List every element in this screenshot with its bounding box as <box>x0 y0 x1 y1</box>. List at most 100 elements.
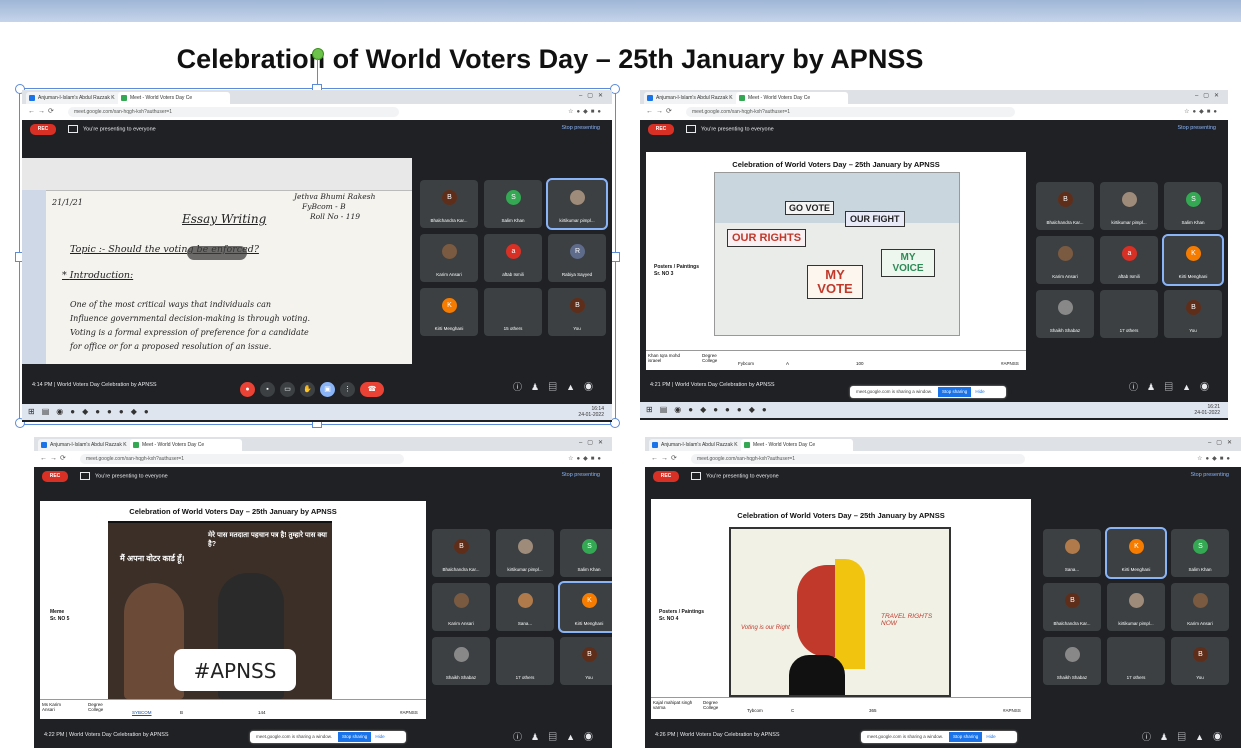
participant-tile[interactable]: 15 others <box>484 288 542 336</box>
participant-tile[interactable]: B Bhalchandra Kar... <box>1043 583 1101 631</box>
present-icon[interactable]: ▣ <box>320 382 335 397</box>
participant-tile[interactable]: B You <box>560 637 612 685</box>
participant-tile[interactable]: kirtikumar pimpl... <box>1107 583 1165 631</box>
rotate-handle[interactable] <box>312 48 324 60</box>
extension-icons[interactable]: ☆●◆■● <box>568 455 604 462</box>
extension-icons[interactable]: ☆●◆■● <box>1184 108 1220 115</box>
stop-presenting-button[interactable]: Stop presenting <box>561 472 600 478</box>
window-controls[interactable]: –▢✕ <box>1208 439 1237 446</box>
side-panel-icons[interactable]: ⓘ♟▤▲◉ <box>1129 380 1218 393</box>
extension-icons[interactable]: ☆●◆■● <box>1197 455 1233 462</box>
url-field[interactable]: meet.google.com/xan-hqgh-kxh?authuser=1 <box>80 454 404 464</box>
participant-avatar <box>1193 593 1208 608</box>
participant-tile[interactable]: R Rabiya Sayyed <box>548 234 606 282</box>
participant-tile[interactable]: 17 others <box>496 637 554 685</box>
hide-button[interactable]: Hide <box>986 734 995 739</box>
participant-tile[interactable]: kirtikumar pimpl... <box>546 178 608 230</box>
participant-tile[interactable]: 17 others <box>1100 290 1158 338</box>
participant-tile[interactable]: B You <box>1164 290 1222 338</box>
participant-tile[interactable]: S Salim Khan <box>560 529 612 577</box>
stop-sharing-button[interactable]: Stop sharing <box>949 732 983 742</box>
url-field[interactable]: meet.google.com/xan-hqgh-kxh?authuser=1 <box>686 107 1016 117</box>
participant-tile[interactable]: S Salim Khan <box>1164 182 1222 230</box>
participant-tile[interactable]: a aftab Ismili <box>484 234 542 282</box>
inner-slide-title: Celebration of World Voters Day – 25th J… <box>737 511 945 520</box>
captions-icon[interactable]: ▭ <box>280 382 295 397</box>
browser-tab-active[interactable]: Meet - World Voters Day Ce <box>118 92 230 104</box>
tab-title: Meet - World Voters Day Ce <box>130 95 193 101</box>
side-panel-icons[interactable]: ⓘ♟▤▲◉ <box>513 380 602 393</box>
participant-tile[interactable]: kirtikumar pimpl... <box>1100 182 1158 230</box>
participant-tile[interactable]: K Kirti Menghani <box>1162 234 1224 286</box>
participant-tile[interactable]: K Kirti Menghani <box>1105 527 1167 579</box>
participant-tile[interactable]: B You <box>1171 637 1229 685</box>
url-field[interactable]: meet.google.com/xan-hqgh-kxh?authuser=1 <box>691 454 1025 464</box>
participant-avatar: S <box>1186 192 1201 207</box>
window-controls[interactable]: –▢✕ <box>579 92 608 99</box>
taskbar-app-icons[interactable]: ⊞▤◉●◆●●●◆● <box>646 405 774 414</box>
nav-buttons[interactable]: ←→⟳ <box>651 454 680 462</box>
browser-tab-active[interactable]: Meet - World Voters Day Ce <box>130 439 242 451</box>
participant-tile[interactable]: Sana... <box>496 583 554 631</box>
browser-tab[interactable]: Anjuman-I-Islam's Abdul Razzak K <box>644 92 746 104</box>
side-label: Meme Sr. NO 5 <box>50 609 69 623</box>
window-controls[interactable]: –▢✕ <box>579 439 608 446</box>
stop-sharing-button[interactable]: Stop sharing <box>338 732 372 742</box>
taskbar-app-icons[interactable]: ⊞▤◉●◆●●●◆● <box>28 407 156 416</box>
app-toolbar[interactable] <box>22 158 412 191</box>
participant-tile[interactable]: Karim Ansari <box>420 234 478 282</box>
participant-tile[interactable]: kirtikumar pimpl... <box>496 529 554 577</box>
participant-tile[interactable]: S Salim Khan <box>484 180 542 228</box>
stop-presenting-button[interactable]: Stop presenting <box>561 125 600 131</box>
browser-tab[interactable]: Anjuman-I-Islam's Abdul Razzak K <box>649 439 751 451</box>
window-controls[interactable]: –▢✕ <box>1195 92 1224 99</box>
participant-tile[interactable]: K Kirti Menghani <box>420 288 478 336</box>
painting-text: Voting is our Right <box>741 625 790 631</box>
extension-icons[interactable]: ☆●◆■● <box>568 108 604 115</box>
participant-tile[interactable]: B Bhalchandra Kar... <box>420 180 478 228</box>
participant-name: aftab Ismili <box>502 272 524 277</box>
nav-buttons[interactable]: ←→⟳ <box>646 107 675 115</box>
hide-button[interactable]: Hide <box>375 734 384 739</box>
participant-tile[interactable]: Shaikh Shabaz <box>1043 637 1101 685</box>
meme-caption-1: मैं अपना वोटर कार्ड हूँ। <box>120 554 185 563</box>
participant-tile[interactable]: B Bhalchandra Kar... <box>432 529 490 577</box>
hide-button[interactable]: Hide <box>975 389 984 394</box>
participant-tile[interactable]: Karim Ansari <box>432 583 490 631</box>
side-panel-icons[interactable]: ⓘ♟▤▲◉ <box>513 730 602 743</box>
browser-tab-active[interactable]: Meet - World Voters Day Ce <box>736 92 848 104</box>
participant-tile[interactable]: a aftab Ismili <box>1100 236 1158 284</box>
entry-row: Ms Karim Ansari Degree College SYBCOM B … <box>40 699 426 720</box>
participant-tile[interactable]: Karim Ansari <box>1036 236 1094 284</box>
nav-buttons[interactable]: ←→⟳ <box>40 454 69 462</box>
raise-hand-icon[interactable]: ✋ <box>300 382 315 397</box>
participant-avatar <box>454 593 469 608</box>
participant-tile[interactable]: Karim Ansari <box>1171 583 1229 631</box>
more-options-icon[interactable]: ⋮ <box>340 382 355 397</box>
end-call-icon[interactable]: ☎ <box>360 382 384 397</box>
participant-tile[interactable]: Shaikh Shabaz <box>432 637 490 685</box>
participant-tile[interactable]: Sana... <box>1043 529 1101 577</box>
participant-tile[interactable]: 17 others <box>1107 637 1165 685</box>
author-class: FyBcom - B <box>302 202 346 211</box>
participant-tile[interactable]: K Kirti Menghani <box>558 581 612 633</box>
side-panel-icons[interactable]: ⓘ♟▤▲◉ <box>1142 730 1231 743</box>
nav-buttons[interactable]: ←→⟳ <box>28 107 57 115</box>
browser-tab[interactable]: Anjuman-I-Islam's Abdul Razzak K <box>26 92 128 104</box>
participant-tile[interactable]: Shaikh Shabaz <box>1036 290 1094 338</box>
mic-off-icon[interactable]: ● <box>240 382 255 397</box>
participant-avatar <box>1058 300 1073 315</box>
entry-college: Degree College <box>703 700 719 710</box>
browser-tab[interactable]: Anjuman-I-Islam's Abdul Razzak K <box>38 439 140 451</box>
stop-presenting-button[interactable]: Stop presenting <box>1177 125 1216 131</box>
participant-tile[interactable]: B You <box>548 288 606 336</box>
essay-line: Voting is a formal expression of prefere… <box>70 328 309 337</box>
camera-icon[interactable]: ▪ <box>260 382 275 397</box>
participant-tile[interactable]: S Salim Khan <box>1171 529 1229 577</box>
url-field[interactable]: meet.google.com/xan-hqgh-kxh?authuser=1 <box>68 107 399 117</box>
stop-presenting-button[interactable]: Stop presenting <box>1190 472 1229 478</box>
stop-sharing-button[interactable]: Stop sharing <box>938 387 972 397</box>
meet-favicon-icon <box>744 442 750 448</box>
participant-tile[interactable]: B Bhalchandra Kar... <box>1036 182 1094 230</box>
browser-tab-active[interactable]: Meet - World Voters Day Ce <box>741 439 853 451</box>
